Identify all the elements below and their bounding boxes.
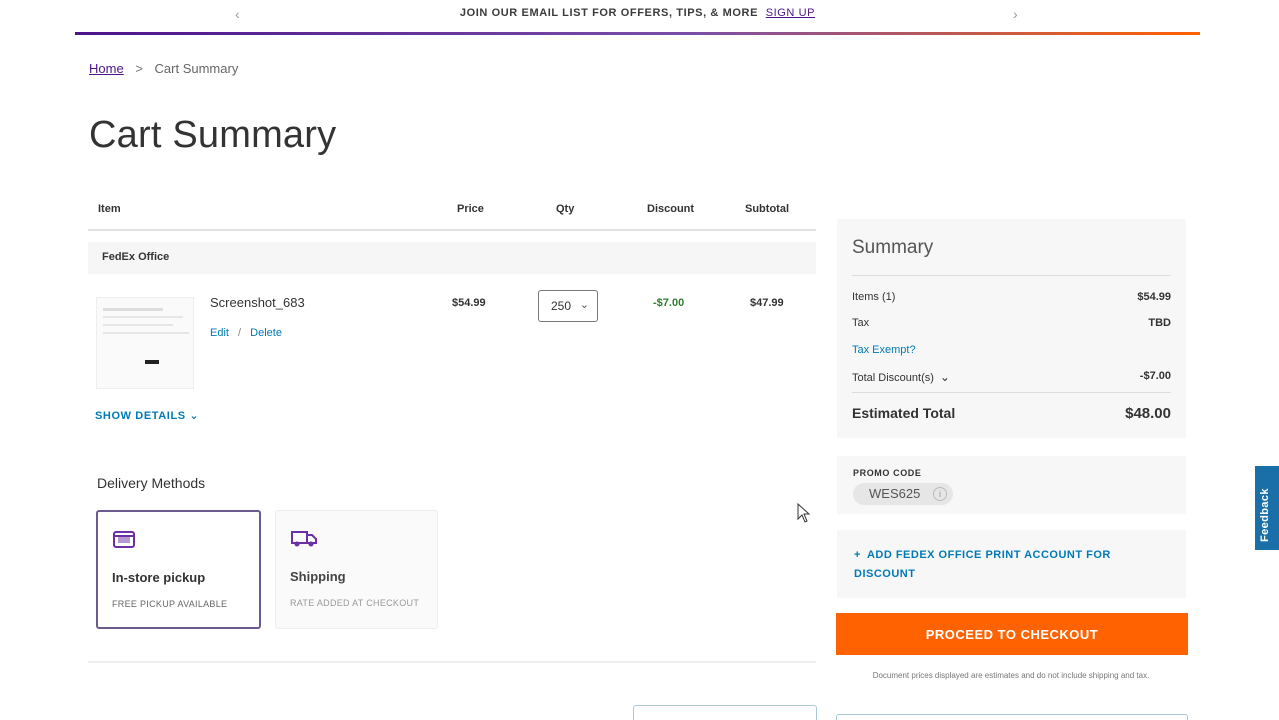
page-title: Cart Summary	[89, 114, 337, 156]
delivery-methods-heading: Delivery Methods	[97, 475, 206, 491]
estimated-total-value: $48.00	[1125, 405, 1171, 422]
promo-code-chip[interactable]: WES625 i	[853, 483, 953, 505]
feedback-tab[interactable]: Feedback	[1255, 466, 1279, 550]
cart-group-fedex-office: FedEx Office	[88, 242, 816, 274]
secondary-panel	[836, 714, 1188, 720]
delivery-option-in-store-pickup[interactable]: In-store pickup FREE PICKUP AVAILABLE	[96, 510, 261, 629]
order-summary-panel: Summary Items (1) $54.99 Tax TBD Tax Exe…	[837, 219, 1186, 438]
column-price: Price	[457, 203, 484, 215]
delete-item-link[interactable]: Delete	[250, 327, 282, 339]
delivery-option-shipping[interactable]: Shipping RATE ADDED AT CHECKOUT	[275, 510, 438, 629]
promo-divider	[75, 32, 1200, 35]
sign-up-link[interactable]: SIGN UP	[766, 7, 815, 19]
feedback-label: Feedback	[1259, 488, 1271, 542]
item-name: Screenshot_683	[210, 295, 305, 310]
summary-tax-row: Tax TBD	[852, 317, 1171, 329]
column-qty: Qty	[556, 203, 575, 215]
add-print-account-link[interactable]: + ADD FEDEX OFFICE PRINT ACCOUNT FOR DISC…	[854, 546, 1154, 584]
cart-table-header: Item Price Qty Discount Subtotal	[88, 195, 816, 231]
edit-item-link[interactable]: Edit	[210, 327, 229, 339]
promo-code-label: PROMO CODE	[853, 468, 922, 478]
truck-icon	[290, 527, 317, 549]
print-account-panel: + ADD FEDEX OFFICE PRINT ACCOUNT FOR DISC…	[837, 530, 1186, 598]
promo-text-row: JOIN OUR EMAIL LIST FOR OFFERS, TIPS, & …	[75, 7, 1200, 19]
item-subtotal: $47.99	[750, 297, 784, 309]
delivery-option-title: Shipping	[290, 569, 346, 584]
summary-divider	[852, 275, 1171, 276]
summary-divider	[852, 392, 1171, 393]
show-details-toggle[interactable]: SHOW DETAILS ⌄	[95, 409, 199, 422]
breadcrumb-current: Cart Summary	[154, 61, 239, 76]
promo-code-value: WES625	[869, 486, 921, 501]
chevron-down-icon[interactable]: ⌄	[940, 370, 950, 384]
chevron-right-icon[interactable]: ›	[1013, 6, 1018, 22]
tax-exempt-link[interactable]: Tax Exempt?	[852, 344, 916, 356]
section-divider	[88, 661, 816, 663]
promo-code-panel: PROMO CODE WES625 i	[837, 456, 1186, 514]
item-thumbnail[interactable]	[96, 297, 194, 389]
breadcrumb-home-link[interactable]: Home	[89, 61, 124, 76]
discount-label: Total Discount(s)	[852, 372, 934, 384]
item-price: $54.99	[452, 297, 486, 309]
promo-banner: ‹ JOIN OUR EMAIL LIST FOR OFFERS, TIPS, …	[75, 0, 1200, 36]
summary-title: Summary	[852, 237, 934, 258]
quantity-value: 250	[551, 299, 572, 313]
remove-promo-icon[interactable]: i	[933, 487, 947, 501]
item-discount: -$7.00	[653, 297, 685, 309]
estimated-total-row: Estimated Total $48.00	[852, 405, 1171, 422]
column-subtotal: Subtotal	[745, 203, 789, 215]
discount-value: -$7.00	[1139, 370, 1171, 382]
checkout-disclaimer: Document prices displayed are estimates …	[872, 671, 1150, 680]
mouse-cursor-icon	[797, 503, 811, 523]
store-icon	[112, 528, 136, 550]
secondary-button[interactable]	[633, 705, 817, 720]
summary-tax-exempt-row: Tax Exempt?	[852, 344, 1171, 356]
chevron-down-icon: ⌄	[189, 410, 200, 422]
summary-discount-row[interactable]: Total Discount(s) ⌄ -$7.00	[852, 370, 1171, 384]
tax-label: Tax	[852, 317, 870, 329]
summary-items-row: Items (1) $54.99	[852, 291, 1171, 303]
items-value: $54.99	[1137, 291, 1171, 303]
chevron-down-icon: ⌄	[579, 299, 589, 311]
column-discount: Discount	[647, 203, 695, 215]
delivery-option-subtitle: RATE ADDED AT CHECKOUT	[290, 598, 420, 608]
item-actions: Edit / Delete	[210, 327, 282, 339]
add-print-account-label: ADD FEDEX OFFICE PRINT ACCOUNT FOR DISCO…	[854, 549, 1111, 580]
estimated-total-label: Estimated Total	[852, 405, 956, 421]
plus-icon: +	[854, 549, 861, 561]
proceed-to-checkout-button[interactable]: PROCEED TO CHECKOUT	[836, 613, 1188, 655]
promo-message: JOIN OUR EMAIL LIST FOR OFFERS, TIPS, & …	[459, 7, 759, 19]
show-details-label: SHOW DETAILS	[95, 410, 186, 422]
tax-value: TBD	[1148, 317, 1171, 329]
delivery-option-subtitle: FREE PICKUP AVAILABLE	[112, 599, 228, 609]
column-item: Item	[98, 203, 121, 215]
action-divider: /	[238, 327, 242, 339]
quantity-select[interactable]: 250 ⌄	[538, 290, 598, 322]
breadcrumb: Home > Cart Summary	[89, 61, 238, 76]
items-label: Items (1)	[852, 291, 896, 303]
delivery-option-title: In-store pickup	[112, 570, 206, 585]
breadcrumb-separator: >	[135, 61, 143, 76]
